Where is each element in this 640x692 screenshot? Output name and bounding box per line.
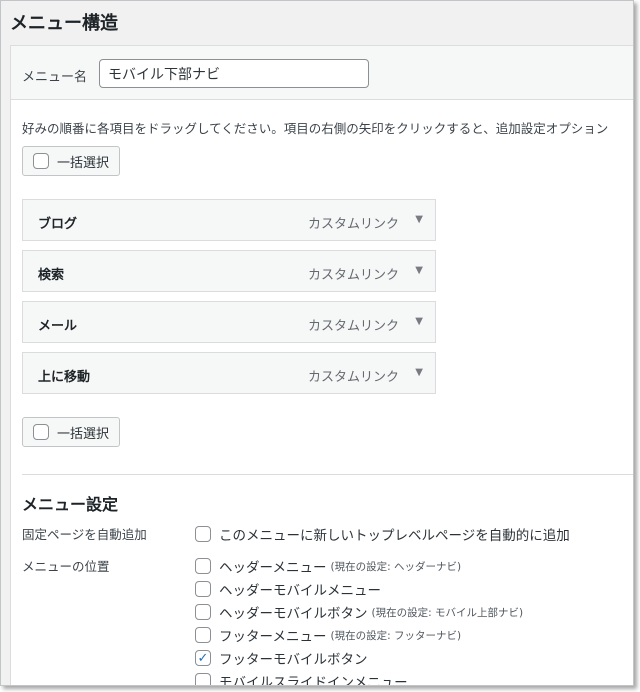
menu-item-type: カスタムリンク <box>307 217 399 232</box>
location-option-mobile-slide-menu[interactable]: モバイルスライドインメニュー <box>195 671 408 686</box>
triangle-down-icon[interactable]: ▼ <box>415 316 423 327</box>
bulk-select-button-bottom[interactable]: 一括選択 <box>22 417 120 447</box>
auto-add-label: 固定ページを自動追加 <box>22 527 147 542</box>
auto-add-text: このメニューに新しいトップレベルページを自動的に追加 <box>219 528 570 544</box>
location-checkbox[interactable] <box>195 673 211 685</box>
bulk-select-checkbox[interactable] <box>33 153 49 169</box>
location-option-header-mobile-button[interactable]: ヘッダーモバイルボタン (現在の設定: モバイル上部ナビ) <box>195 602 523 622</box>
triangle-down-icon[interactable]: ▼ <box>415 367 423 378</box>
section-divider <box>22 474 633 475</box>
menu-item-title: ブログ <box>38 217 78 232</box>
location-text: フッターメニュー <box>219 629 327 645</box>
menu-name-label: メニュー名 <box>22 70 88 85</box>
location-checkbox[interactable] <box>195 604 211 620</box>
bulk-select-label: 一括選択 <box>57 426 110 442</box>
auto-add-checkbox[interactable] <box>195 526 211 542</box>
triangle-down-icon[interactable]: ▼ <box>415 214 423 225</box>
menu-name-input[interactable] <box>99 59 369 88</box>
location-checkbox[interactable] <box>195 627 211 643</box>
menu-item-mail[interactable]: メール カスタムリンク ▼ <box>22 301 436 343</box>
menu-editor-window: メニュー構造 メニュー名 好みの順番に各項目をドラッグしてください。項目の右側の… <box>0 0 634 686</box>
location-text: フッターモバイルボタン <box>219 652 368 668</box>
menu-item-type: カスタムリンク <box>307 370 399 385</box>
menu-edit-panel: メニュー名 好みの順番に各項目をドラッグしてください。項目の右側の矢印をクリック… <box>10 45 633 686</box>
menu-item-type: カスタムリンク <box>307 268 399 283</box>
menu-settings-heading: メニュー設定 <box>22 495 119 514</box>
menu-location-label: メニューの位置 <box>22 559 110 574</box>
location-text: モバイルスライドインメニュー <box>219 675 408 686</box>
location-text: ヘッダーモバイルメニュー <box>219 583 381 599</box>
location-checkbox[interactable] <box>195 558 211 574</box>
menu-item-title: 検索 <box>38 268 65 283</box>
checkmark-icon: ✓ <box>197 650 209 666</box>
bulk-select-button-top[interactable]: 一括選択 <box>22 146 120 176</box>
menu-name-bar: メニュー名 <box>11 46 633 100</box>
triangle-down-icon[interactable]: ▼ <box>415 265 423 276</box>
menu-item-scroll-top[interactable]: 上に移動 カスタムリンク ▼ <box>22 352 436 394</box>
location-option-footer-mobile-button[interactable]: ✓ フッターモバイルボタン <box>195 648 368 668</box>
menu-item-title: 上に移動 <box>38 370 91 385</box>
location-checkbox[interactable] <box>195 581 211 597</box>
menu-item-blog[interactable]: ブログ カスタムリンク ▼ <box>22 199 436 241</box>
bulk-select-label: 一括選択 <box>57 155 110 171</box>
drag-instructions: 好みの順番に各項目をドラッグしてください。項目の右側の矢印をクリックすると、追加… <box>22 121 609 136</box>
location-current-note: (現在の設定: ヘッダーナビ) <box>330 560 462 573</box>
location-current-note: (現在の設定: フッターナビ) <box>330 629 462 642</box>
menu-item-search[interactable]: 検索 カスタムリンク ▼ <box>22 250 436 292</box>
auto-add-option[interactable]: このメニューに新しいトップレベルページを自動的に追加 <box>195 524 570 544</box>
location-text: ヘッダーメニュー <box>219 560 327 576</box>
menu-item-type: カスタムリンク <box>307 319 399 334</box>
location-text: ヘッダーモバイルボタン <box>219 606 368 622</box>
location-option-header-menu[interactable]: ヘッダーメニュー (現在の設定: ヘッダーナビ) <box>195 556 461 576</box>
location-checkbox-checked[interactable]: ✓ <box>195 650 211 666</box>
location-option-header-mobile-menu[interactable]: ヘッダーモバイルメニュー <box>195 579 381 599</box>
bulk-select-checkbox[interactable] <box>33 424 49 440</box>
location-current-note: (現在の設定: モバイル上部ナビ) <box>371 606 524 619</box>
menu-item-title: メール <box>38 319 78 334</box>
location-option-footer-menu[interactable]: フッターメニュー (現在の設定: フッターナビ) <box>195 625 461 645</box>
section-title: メニュー構造 <box>10 13 118 34</box>
